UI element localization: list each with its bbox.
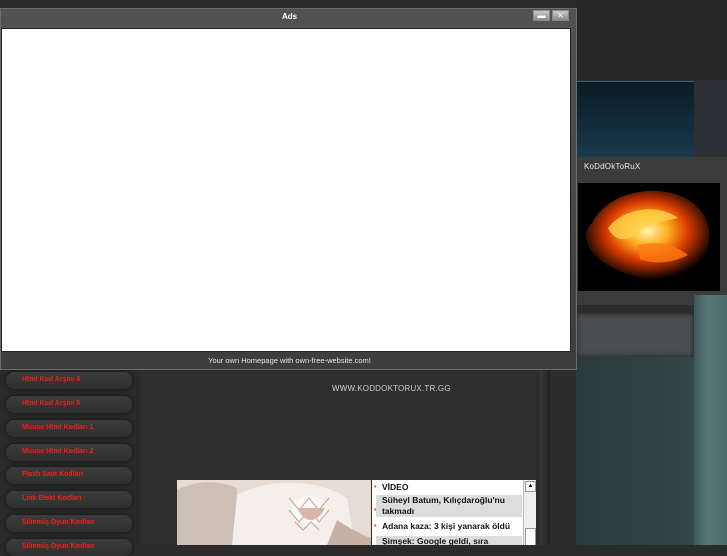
news-item[interactable]: • VİDEO xyxy=(374,482,522,493)
menu-item-label: Html Kod Arşivi 4 xyxy=(22,376,81,383)
menu-item[interactable]: Silinmiş Oyun Kodları xyxy=(6,539,132,556)
ads-footer-link[interactable]: Your own Homepage with own-free-website.… xyxy=(1,356,578,365)
menu-item[interactable]: Html Kod Arşivi 5 xyxy=(6,396,132,413)
right-lower-area xyxy=(576,357,694,545)
profile-name: KoDdOkToRuX xyxy=(584,162,641,171)
window-controls: ▬ ✕ xyxy=(533,10,571,22)
menu-item-label: Silinmiş Oyun Kodları xyxy=(22,519,95,526)
menu-item[interactable]: Mouse Html Kodları 2 xyxy=(6,444,132,461)
menu-item[interactable]: Mouse Html Kodları 1 xyxy=(6,420,132,437)
bullet-icon: • xyxy=(374,507,377,514)
menu-item-label: Flash Saat Kodları xyxy=(22,471,84,478)
news-ticker: • VİDEO • Süheyl Batum, Kılıçdaroğlu'nu ta… xyxy=(372,480,536,545)
bullet-icon: • xyxy=(374,484,377,491)
ads-window-title: Ads xyxy=(281,12,298,21)
menu-item-label: Silinmiş Oyun Kodları xyxy=(22,543,95,550)
menu-item[interactable]: Flash Saat Kodları xyxy=(6,467,132,484)
news-scrollbar[interactable]: ▲ xyxy=(523,480,536,545)
left-menu: Html Kod Arşivi 4 Html Kod Arşivi 5 Mous… xyxy=(0,370,140,556)
news-item[interactable]: • Süheyl Batum, Kılıçdaroğlu'nu takmadı xyxy=(374,495,522,517)
menu-item-label: Link Efekt Kodları xyxy=(22,495,82,502)
right-header-area xyxy=(576,0,727,80)
menu-item[interactable]: Silinmiş Oyun Kodları xyxy=(6,515,132,532)
news-item[interactable]: • Adana kaza: 3 kişi yanarak öldü xyxy=(374,521,522,532)
right-banner-edge xyxy=(694,81,727,157)
menu-item-label: Html Kod Arşivi 5 xyxy=(22,400,81,407)
minimize-icon[interactable]: ▬ xyxy=(533,10,550,21)
ads-content-area[interactable] xyxy=(1,28,571,352)
menu-item-label: Mouse Html Kodları 2 xyxy=(22,448,94,455)
profile-image xyxy=(578,183,720,291)
news-photo[interactable] xyxy=(177,480,371,545)
close-icon[interactable]: ✕ xyxy=(552,10,569,21)
site-url: WWW.KODDOKTORUX.TR.GG xyxy=(332,384,451,393)
content-edge xyxy=(540,370,550,545)
right-banner xyxy=(576,81,694,158)
menu-item[interactable]: Html Kod Arşivi 4 xyxy=(6,372,132,389)
menu-item-label: Mouse Html Kodları 1 xyxy=(22,424,94,431)
scroll-up-icon[interactable]: ▲ xyxy=(525,481,536,492)
right-teal-strip xyxy=(694,295,727,545)
ads-window: Ads ▬ ✕ Your own Homepage with own-free-… xyxy=(0,8,577,370)
right-panel xyxy=(576,313,694,357)
menu-item[interactable]: Link Efekt Kodları xyxy=(6,491,132,508)
bullet-icon: • xyxy=(374,523,377,530)
scroll-thumb[interactable] xyxy=(525,528,536,545)
news-item[interactable]: Şimşek: Google geldi, sıra xyxy=(376,536,522,545)
